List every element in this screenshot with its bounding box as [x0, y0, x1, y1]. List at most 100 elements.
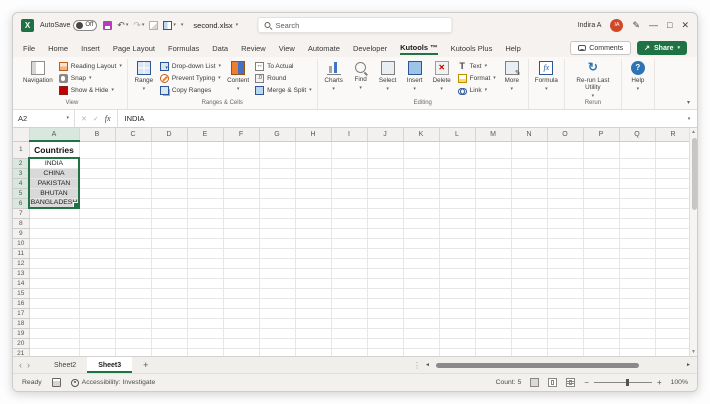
cell-B3[interactable] — [79, 168, 116, 179]
select-all-corner[interactable] — [13, 128, 30, 142]
collapse-ribbon-icon[interactable]: ▾ — [687, 99, 690, 106]
cell-J1[interactable] — [367, 141, 404, 159]
cell-F4[interactable] — [223, 178, 260, 189]
cell-H19[interactable] — [295, 328, 332, 339]
cell-G21[interactable] — [259, 348, 296, 356]
row-header-17[interactable]: 17 — [13, 308, 30, 319]
cell-O8[interactable] — [547, 218, 584, 229]
cell-R10[interactable] — [655, 238, 692, 249]
cell-M1[interactable] — [475, 141, 512, 159]
cell-Q11[interactable] — [619, 248, 656, 259]
row-header-6[interactable]: 6 — [13, 198, 30, 209]
tab-view[interactable]: View — [279, 44, 295, 55]
cell-R8[interactable] — [655, 218, 692, 229]
cell-I5[interactable] — [331, 188, 368, 199]
search-box[interactable] — [257, 17, 453, 33]
cell-A1[interactable]: Countries — [29, 141, 80, 159]
cell-Q19[interactable] — [619, 328, 656, 339]
ribbon-button-copy-ranges[interactable]: Copy Ranges — [158, 85, 223, 96]
enter-icon[interactable]: ✓ — [93, 115, 99, 123]
cell-A4[interactable]: PAKISTAN — [28, 178, 80, 189]
row-header-11[interactable]: 11 — [13, 248, 30, 259]
cell-B21[interactable] — [79, 348, 116, 356]
cell-K1[interactable] — [403, 141, 440, 159]
cell-C21[interactable] — [115, 348, 152, 356]
row-header-13[interactable]: 13 — [13, 268, 30, 279]
cell-D4[interactable] — [151, 178, 188, 189]
cell-P9[interactable] — [583, 228, 620, 239]
cell-F8[interactable] — [223, 218, 260, 229]
cell-N2[interactable] — [511, 158, 548, 169]
maximize-button[interactable]: □ — [667, 20, 672, 30]
cell-L16[interactable] — [439, 298, 476, 309]
horizontal-scrollbar[interactable]: ⋮ ◄ ► — [413, 361, 691, 370]
ribbon-button-format[interactable]: Format ▾ — [456, 73, 498, 84]
column-header-o[interactable]: O — [547, 128, 584, 142]
cell-B8[interactable] — [79, 218, 116, 229]
cell-Q10[interactable] — [619, 238, 656, 249]
cell-K5[interactable] — [403, 188, 440, 199]
ribbon-button-formula[interactable]: Formula ▾ — [532, 59, 561, 92]
ribbon-button-reading-layout[interactable]: Reading Layout ▾ — [57, 61, 124, 72]
cell-M3[interactable] — [475, 168, 512, 179]
cell-R15[interactable] — [655, 288, 692, 299]
cell-I10[interactable] — [331, 238, 368, 249]
scroll-left-icon[interactable]: ◄ — [425, 362, 430, 368]
cell-G20[interactable] — [259, 338, 296, 349]
cell-B14[interactable] — [79, 278, 116, 289]
row-header-5[interactable]: 5 — [13, 188, 30, 199]
cell-K2[interactable] — [403, 158, 440, 169]
cell-B17[interactable] — [79, 308, 116, 319]
cell-N17[interactable] — [511, 308, 548, 319]
cell-E17[interactable] — [187, 308, 224, 319]
cell-Q2[interactable] — [619, 158, 656, 169]
cell-P5[interactable] — [583, 188, 620, 199]
row-header-9[interactable]: 9 — [13, 228, 30, 239]
cell-J8[interactable] — [367, 218, 404, 229]
cell-F10[interactable] — [223, 238, 260, 249]
cell-H14[interactable] — [295, 278, 332, 289]
cell-I11[interactable] — [331, 248, 368, 259]
ribbon-button-delete[interactable]: Delete ▾ — [429, 59, 455, 92]
cell-C11[interactable] — [115, 248, 152, 259]
row-header-16[interactable]: 16 — [13, 298, 30, 309]
cell-R11[interactable] — [655, 248, 692, 259]
cell-P3[interactable] — [583, 168, 620, 179]
cell-N18[interactable] — [511, 318, 548, 329]
cell-B11[interactable] — [79, 248, 116, 259]
cell-O1[interactable] — [547, 141, 584, 159]
cell-Q16[interactable] — [619, 298, 656, 309]
cell-B2[interactable] — [79, 158, 116, 169]
cell-A2[interactable]: INDIA — [28, 157, 80, 169]
cell-R19[interactable] — [655, 328, 692, 339]
scroll-up-icon[interactable]: ▲ — [690, 129, 697, 135]
ribbon-button-text[interactable]: Text▾ — [456, 61, 498, 72]
cell-E18[interactable] — [187, 318, 224, 329]
cell-N13[interactable] — [511, 268, 548, 279]
cell-I7[interactable] — [331, 208, 368, 219]
cell-E7[interactable] — [187, 208, 224, 219]
cell-P13[interactable] — [583, 268, 620, 279]
cell-D17[interactable] — [151, 308, 188, 319]
ribbon-button-re-run-last-utility[interactable]: Re-run Last Utility▾ — [568, 59, 618, 99]
macro-record-icon[interactable] — [51, 378, 61, 387]
cell-M14[interactable] — [475, 278, 512, 289]
cell-R9[interactable] — [655, 228, 692, 239]
cell-I19[interactable] — [331, 328, 368, 339]
cell-N21[interactable] — [511, 348, 548, 356]
column-header-a[interactable]: A — [29, 128, 80, 142]
cell-K3[interactable] — [403, 168, 440, 179]
draw-pencil-icon[interactable]: ✎ — [632, 20, 640, 30]
cell-P21[interactable] — [583, 348, 620, 356]
column-header-k[interactable]: K — [403, 128, 440, 142]
vertical-scrollbar[interactable]: ▲ ▼ — [689, 128, 697, 356]
cell-D13[interactable] — [151, 268, 188, 279]
cell-M4[interactable] — [475, 178, 512, 189]
cell-J7[interactable] — [367, 208, 404, 219]
cell-Q15[interactable] — [619, 288, 656, 299]
cell-N14[interactable] — [511, 278, 548, 289]
cell-M20[interactable] — [475, 338, 512, 349]
column-header-g[interactable]: G — [259, 128, 296, 142]
cell-J9[interactable] — [367, 228, 404, 239]
cell-A11[interactable] — [29, 248, 80, 259]
